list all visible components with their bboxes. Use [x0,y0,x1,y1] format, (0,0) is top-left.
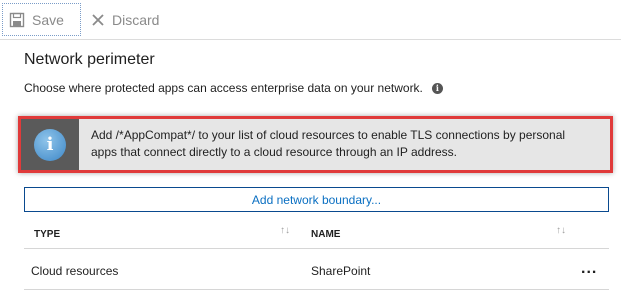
save-button[interactable]: Save [2,3,81,36]
cell-type: Cloud resources [31,264,119,278]
page-title: Network perimeter [24,51,155,68]
cell-name: SharePoint [311,264,371,278]
sort-icon[interactable]: ↑↓ [280,225,290,236]
highlighted-info-banner: i Add /*AppCompat*/ to your list of clou… [18,116,613,173]
save-label: Save [32,11,64,28]
add-network-boundary-button[interactable]: Add network boundary... [24,187,609,212]
banner-message: Add /*AppCompat*/ to your list of cloud … [91,128,566,159]
floppy-disk-icon [9,12,25,28]
info-icon[interactable]: i [431,82,443,94]
discard-label: Discard [112,11,160,28]
column-header-type[interactable]: TYPE [34,229,60,240]
table-row[interactable]: Cloud resources SharePoint ... [24,250,609,290]
close-icon [91,13,105,27]
table-header: TYPE ↑↓ NAME ↑↓ [24,219,609,249]
app-frame: Save Discard Network perimeter Choose wh… [0,0,621,295]
info-icon: i [34,128,66,161]
command-bar: Save Discard [0,0,621,40]
discard-button[interactable]: Discard [91,3,159,36]
banner-icon-container: i [21,119,79,170]
info-banner: i Add /*AppCompat*/ to your list of clou… [21,119,610,170]
section-description: Choose where protected apps can access e… [24,81,443,95]
more-options-icon[interactable]: ... [581,260,597,278]
sort-icon[interactable]: ↑↓ [556,225,566,236]
description-text: Choose where protected apps can access e… [24,81,423,95]
column-header-name[interactable]: NAME [311,229,340,240]
